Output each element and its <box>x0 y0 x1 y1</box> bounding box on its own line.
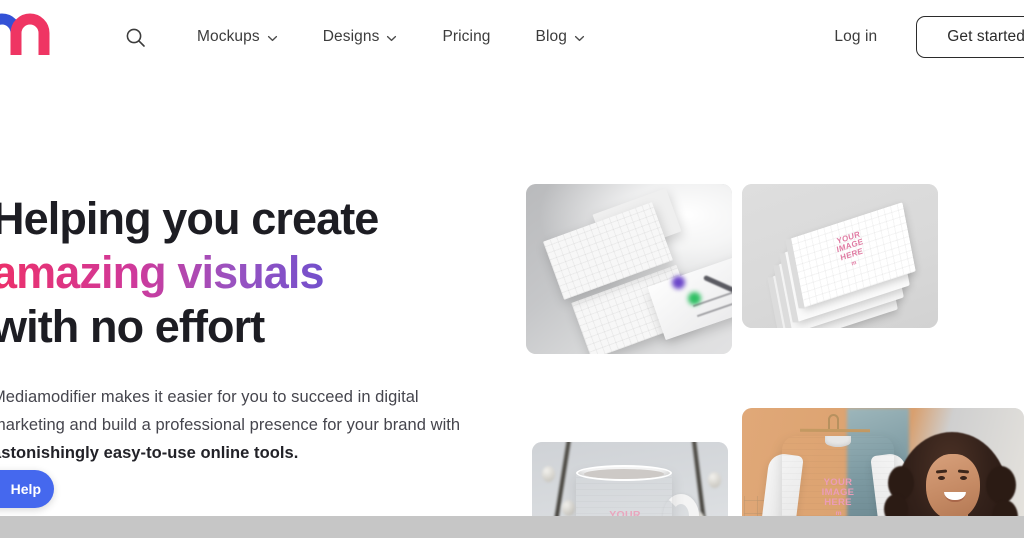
primary-navigation: Mockups Designs Pricing Blog <box>118 0 585 74</box>
site-header: Mockups Designs Pricing Blog Log in Get … <box>0 0 1024 74</box>
model-face <box>926 454 980 520</box>
hanger-bar <box>799 428 871 433</box>
nav-label-blog: Blog <box>535 28 567 45</box>
help-button-label: Help <box>10 481 41 497</box>
nav-label-designs: Designs <box>322 28 380 45</box>
headline-line-3: with no effort <box>0 301 265 352</box>
purple-dot-decoration <box>672 276 685 289</box>
book-stack-mockup[interactable]: YOUR IMAGE HERE m <box>742 184 938 328</box>
nav-label-mockups: Mockups <box>197 28 260 45</box>
search-glyph <box>126 28 145 47</box>
willow-bud <box>708 472 721 488</box>
help-button[interactable]: Help <box>0 470 54 508</box>
model-eye <box>960 476 967 480</box>
browser-bottom-chrome <box>0 516 1024 538</box>
business-cards-scene <box>526 184 732 354</box>
sweatshirt-neckline <box>825 436 851 447</box>
logo-icon <box>0 13 50 55</box>
hero-copy: Helping you create amazing visuals with … <box>0 192 502 467</box>
headline-line-2-gradient: amazing visuals <box>0 246 325 300</box>
model-hair-curl <box>986 466 1016 504</box>
header-actions: Log in Get started <box>834 0 1024 74</box>
nav-label-pricing: Pricing <box>442 28 491 45</box>
hero-paragraph-plain: Mediamodifier makes it easier for you to… <box>0 388 461 434</box>
login-link[interactable]: Log in <box>834 28 877 46</box>
nav-item-pricing[interactable]: Pricing <box>442 28 490 46</box>
chevron-down-icon <box>386 31 397 42</box>
nav-item-blog[interactable]: Blog <box>536 28 585 46</box>
page-root: Mockups Designs Pricing Blog Log in Get … <box>0 0 1024 538</box>
headline-line-1: Helping you create <box>0 193 379 244</box>
hero-section: Helping you create amazing visuals with … <box>0 74 1024 538</box>
chevron-down-icon <box>267 31 278 42</box>
get-started-button[interactable]: Get started <box>916 16 1024 58</box>
mockup-collage: YOUR IMAGE HERE m YOUR IMAGE HERE <box>526 184 1024 538</box>
chevron-down-icon <box>574 31 585 42</box>
hero-paragraph-bold: astonishingly easy-to-use online tools. <box>0 444 299 462</box>
mediamodifier-m-logo[interactable] <box>0 11 56 57</box>
willow-bud <box>562 500 575 516</box>
willow-bud <box>542 466 555 482</box>
nav-item-designs[interactable]: Designs <box>323 28 398 46</box>
hero-paragraph: Mediamodifier makes it easier for you to… <box>0 383 492 467</box>
mug-interior <box>584 469 664 479</box>
book-stack-scene <box>742 184 938 328</box>
search-icon[interactable] <box>118 20 152 54</box>
business-cards-mockup[interactable]: YOUR IMAGE HERE m YOUR IMAGE HERE <box>526 184 732 354</box>
model-eye <box>938 476 945 480</box>
page-title: Helping you create amazing visuals with … <box>0 192 502 354</box>
nav-item-mockups[interactable]: Mockups <box>197 28 278 46</box>
